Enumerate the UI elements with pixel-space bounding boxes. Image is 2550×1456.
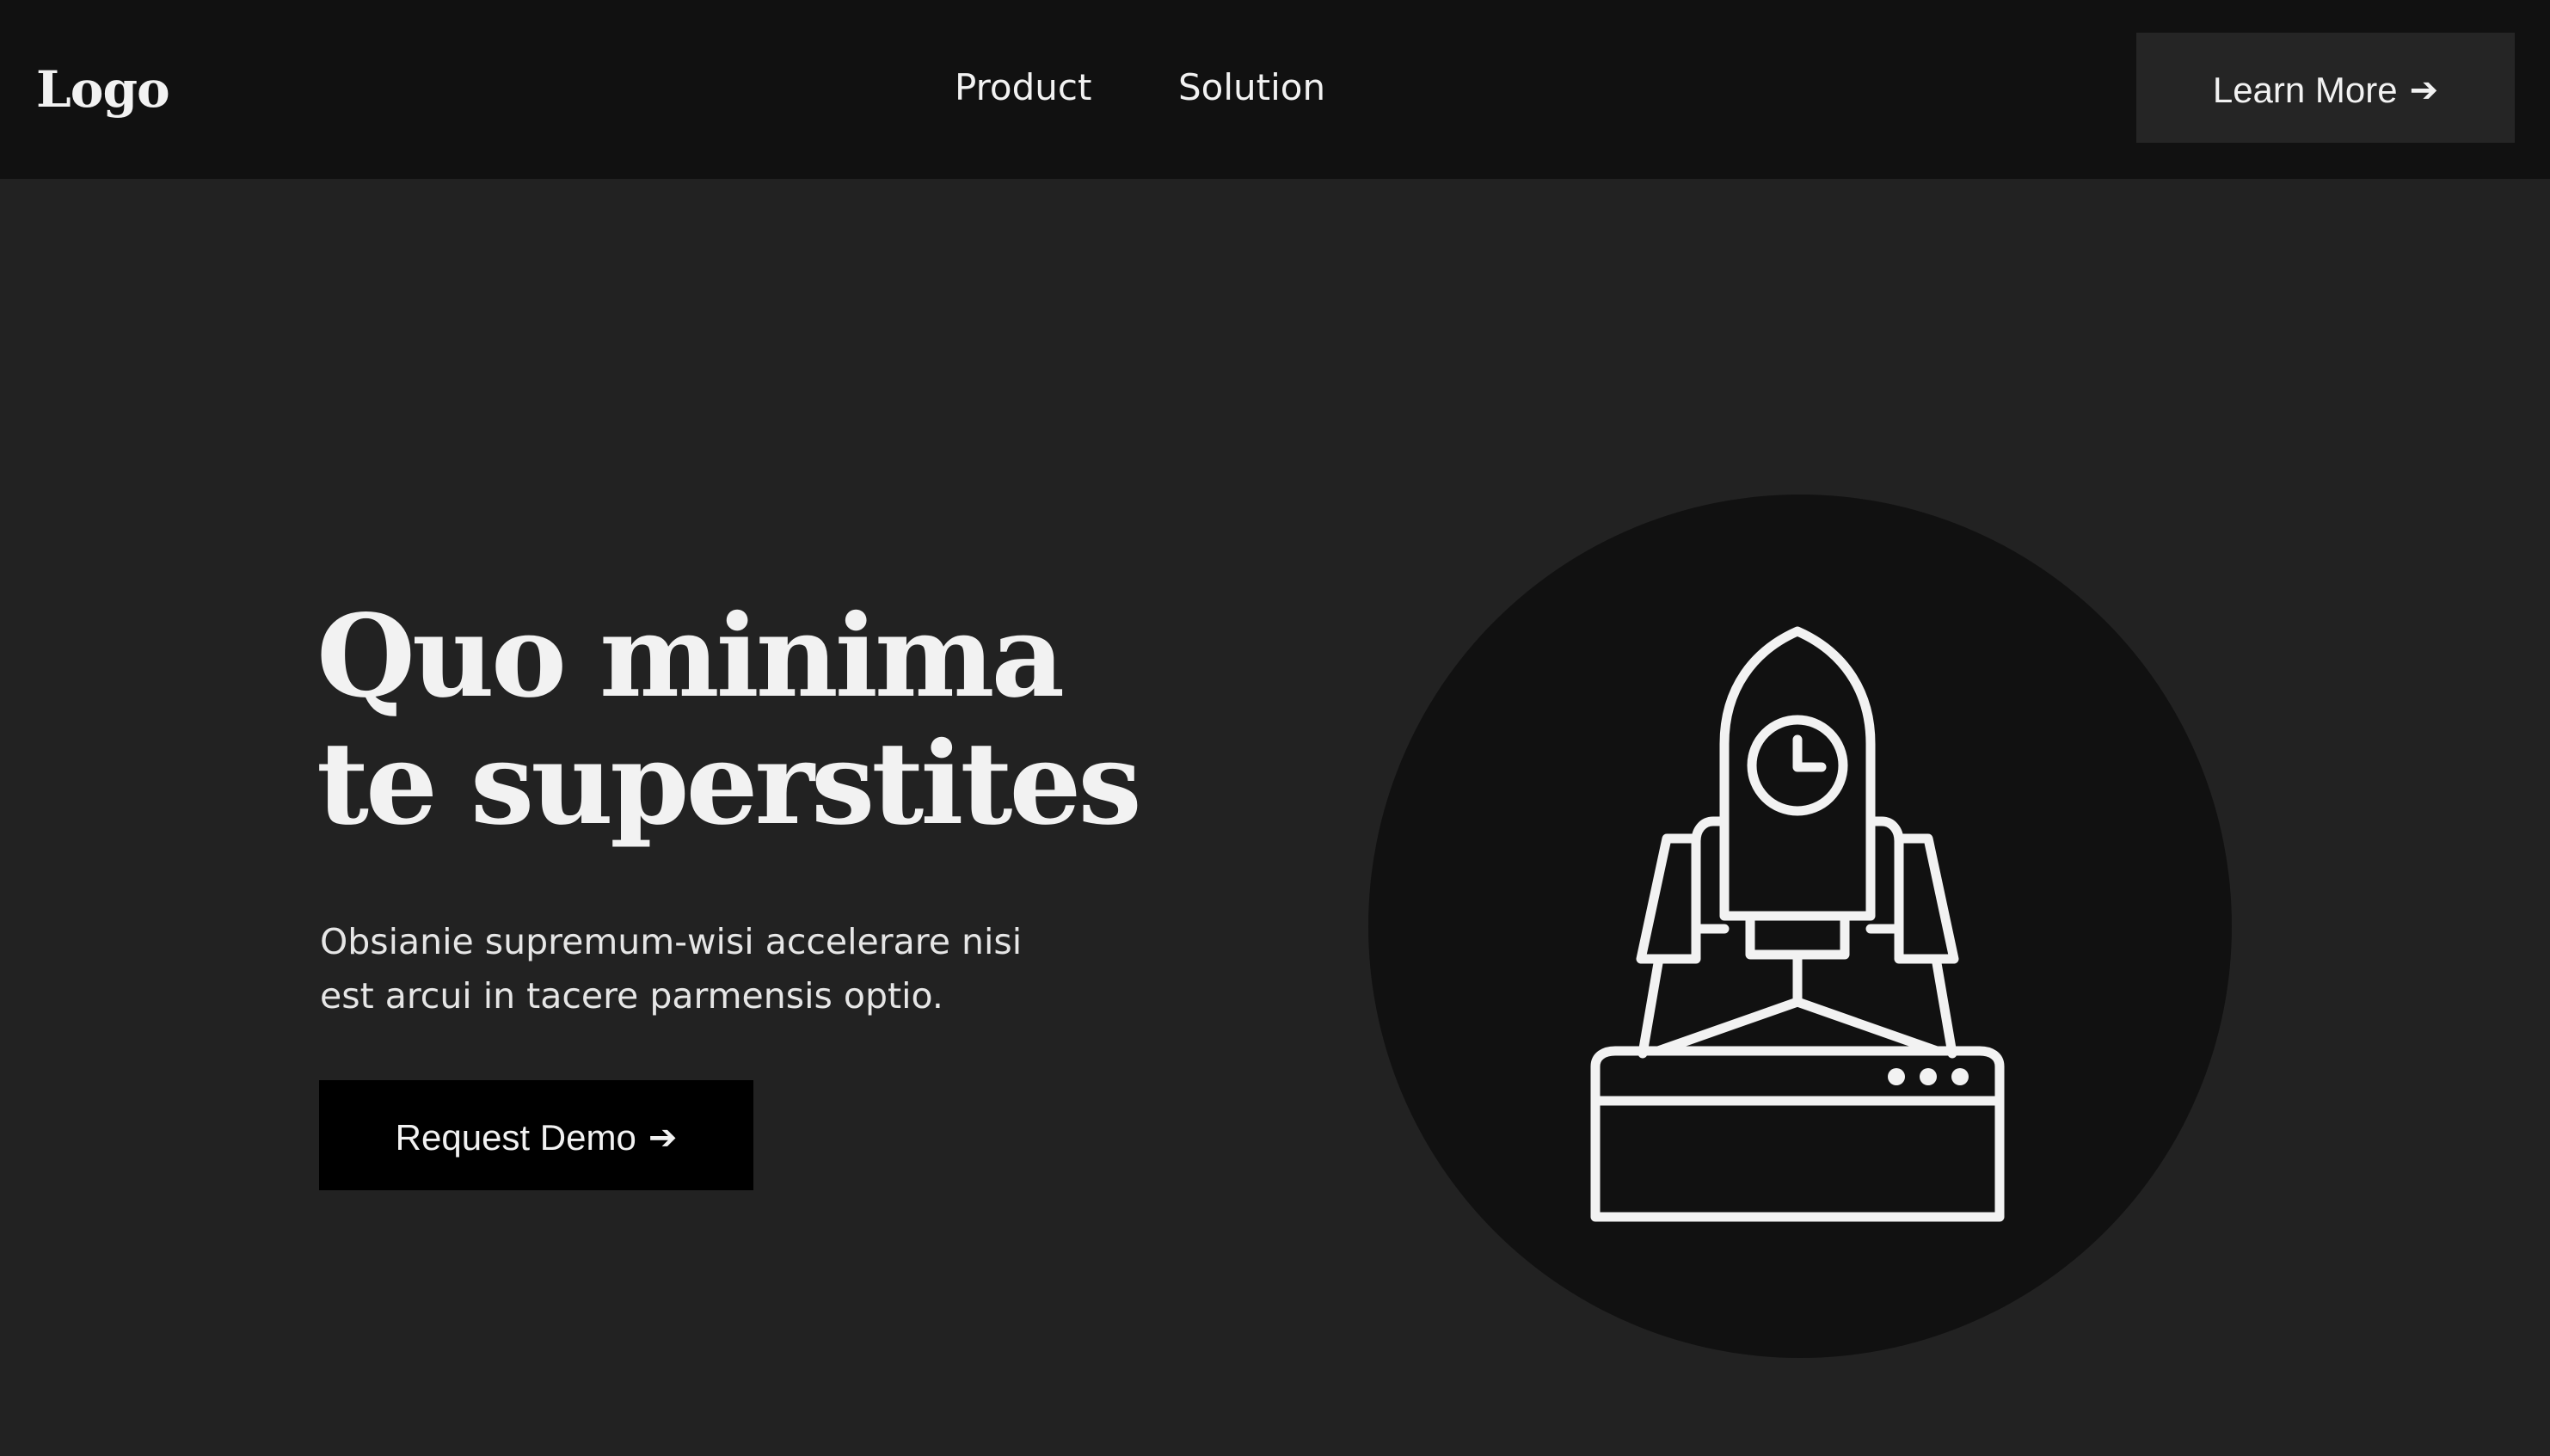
hero-subtitle-line-1: Obsianie supremum-wisi accelerare nisi bbox=[320, 921, 1023, 962]
site-header: Logo Product Solution Learn More ➔ bbox=[0, 0, 2550, 179]
hero-title-line-2: te superstites bbox=[316, 717, 1142, 851]
hero-title: Quo minima te superstites bbox=[316, 590, 1142, 851]
hero-title-line-1: Quo minima bbox=[316, 590, 1065, 723]
nav-item-solution[interactable]: Solution bbox=[1178, 62, 1325, 114]
hero-subtitle-line-2: est arcui in tacere parmensis optio. bbox=[320, 975, 943, 1017]
learn-more-button[interactable]: Learn More ➔ bbox=[2136, 33, 2515, 143]
arrow-right-icon: ➔ bbox=[2409, 70, 2439, 110]
nav-item-product[interactable]: Product bbox=[955, 62, 1091, 114]
rocket-launch-icon bbox=[1590, 626, 2005, 1222]
learn-more-label: Learn More bbox=[2212, 69, 2398, 110]
request-demo-button[interactable]: Request Demo ➔ bbox=[319, 1080, 753, 1190]
arrow-right-icon: ➔ bbox=[648, 1117, 678, 1158]
request-demo-label: Request Demo bbox=[395, 1116, 636, 1158]
hero-subtitle: Obsianie supremum-wisi accelerare nisi e… bbox=[320, 915, 1094, 1023]
